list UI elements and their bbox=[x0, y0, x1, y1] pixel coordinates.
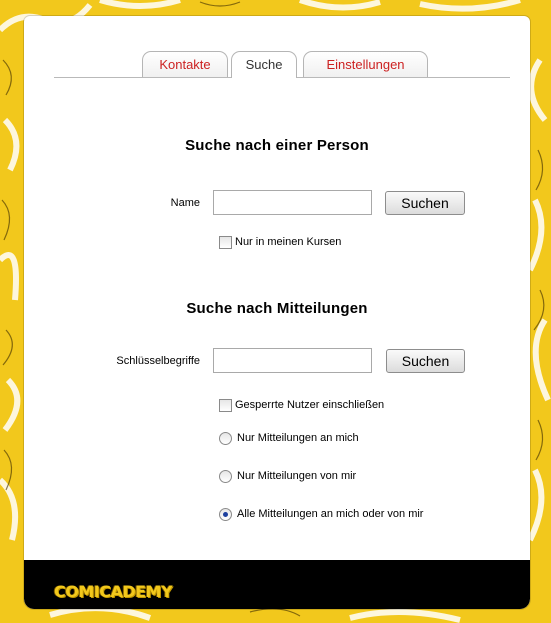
include-blocked-option[interactable]: Gesperrte Nutzer einschließen bbox=[219, 397, 384, 413]
message-search-button[interactable]: Suchen bbox=[386, 349, 465, 373]
radio-all-label: Alle Mitteilungen an mich oder von mir bbox=[237, 508, 424, 520]
tab-einstellungen[interactable]: Einstellungen bbox=[303, 51, 428, 77]
radio-option-to-me[interactable]: Nur Mitteilungen an mich bbox=[219, 430, 359, 446]
tab-kontakte[interactable]: Kontakte bbox=[142, 51, 228, 77]
tab-suche[interactable]: Suche bbox=[231, 51, 297, 78]
radio-to-me[interactable] bbox=[219, 431, 232, 445]
tab-bar: Kontakte Suche Einstellungen bbox=[24, 16, 530, 81]
only-my-courses-label: Nur in meinen Kursen bbox=[235, 236, 342, 248]
person-search-heading: Suche nach einer Person bbox=[185, 137, 369, 154]
radio-to-me-label: Nur Mitteilungen an mich bbox=[237, 432, 359, 444]
keywords-label: Schlüsselbegriffe bbox=[116, 355, 200, 367]
radio-from-me-label: Nur Mitteilungen von mir bbox=[237, 470, 357, 482]
include-blocked-label: Gesperrte Nutzer einschließen bbox=[235, 399, 385, 411]
radio-all[interactable] bbox=[219, 507, 232, 521]
comicademy-logo[interactable]: COMICADEMY bbox=[54, 582, 173, 601]
keywords-input[interactable] bbox=[213, 348, 372, 373]
radio-option-all[interactable]: Alle Mitteilungen an mich oder von mir bbox=[219, 506, 423, 522]
only-my-courses-option[interactable]: Nur in meinen Kursen bbox=[219, 234, 341, 250]
include-blocked-checkbox[interactable] bbox=[219, 398, 232, 412]
main-panel: Kontakte Suche Einstellungen Suche nach … bbox=[24, 16, 530, 609]
only-my-courses-checkbox[interactable] bbox=[219, 235, 232, 249]
person-search-button[interactable]: Suchen bbox=[385, 191, 465, 215]
name-label: Name bbox=[170, 197, 200, 209]
message-search-heading: Suche nach Mitteilungen bbox=[186, 300, 368, 317]
radio-from-me[interactable] bbox=[219, 469, 232, 483]
name-input[interactable] bbox=[213, 190, 372, 215]
radio-option-from-me[interactable]: Nur Mitteilungen von mir bbox=[219, 468, 356, 484]
